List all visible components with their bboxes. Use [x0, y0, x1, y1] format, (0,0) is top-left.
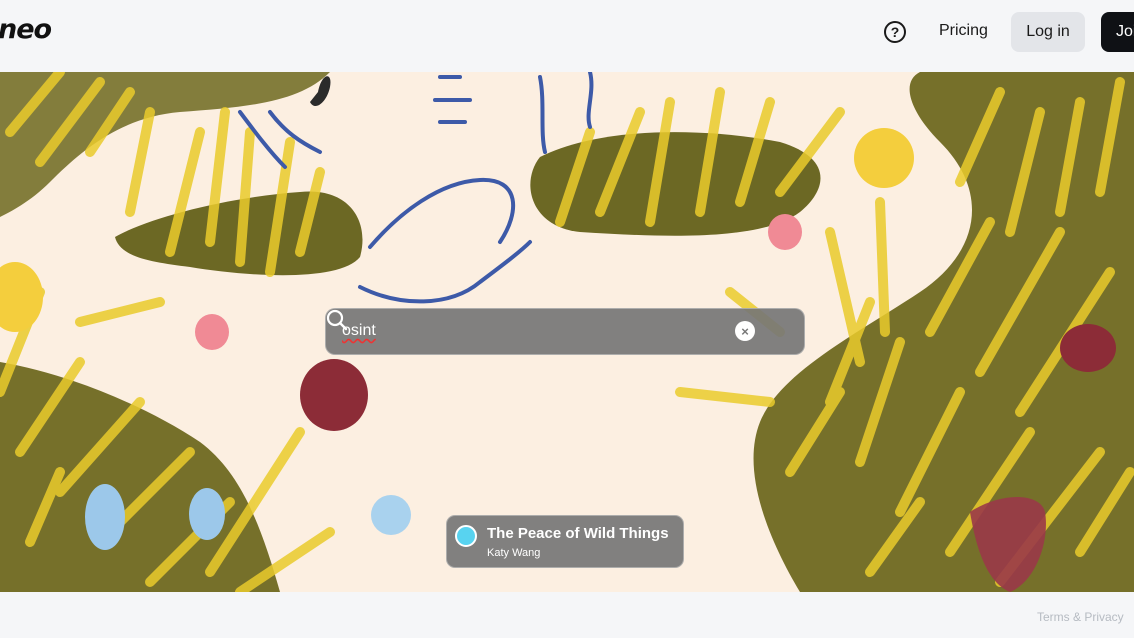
search-bar[interactable]: osint ×	[325, 308, 805, 355]
search-icon[interactable]	[326, 309, 348, 331]
help-icon[interactable]: ?	[884, 21, 906, 43]
clear-icon[interactable]: ×	[735, 321, 755, 341]
artwork-credit[interactable]: The Peace of Wild Things Katy Wang	[446, 515, 684, 568]
join-button[interactable]: Join	[1101, 12, 1134, 52]
login-button[interactable]: Log in	[1011, 12, 1085, 52]
pricing-link[interactable]: Pricing	[939, 22, 988, 40]
terms-link[interactable]: Terms & Privacy	[1037, 610, 1124, 624]
artwork-title: The Peace of Wild Things	[487, 525, 669, 542]
logo[interactable]: neo	[0, 14, 52, 45]
avatar	[455, 525, 477, 547]
hero-artwork: osint × The Peace of Wild Things Katy Wa…	[0, 72, 1134, 592]
artwork-author: Katy Wang	[487, 547, 541, 559]
top-header: neo ? Pricing Log in Join	[0, 0, 1134, 72]
